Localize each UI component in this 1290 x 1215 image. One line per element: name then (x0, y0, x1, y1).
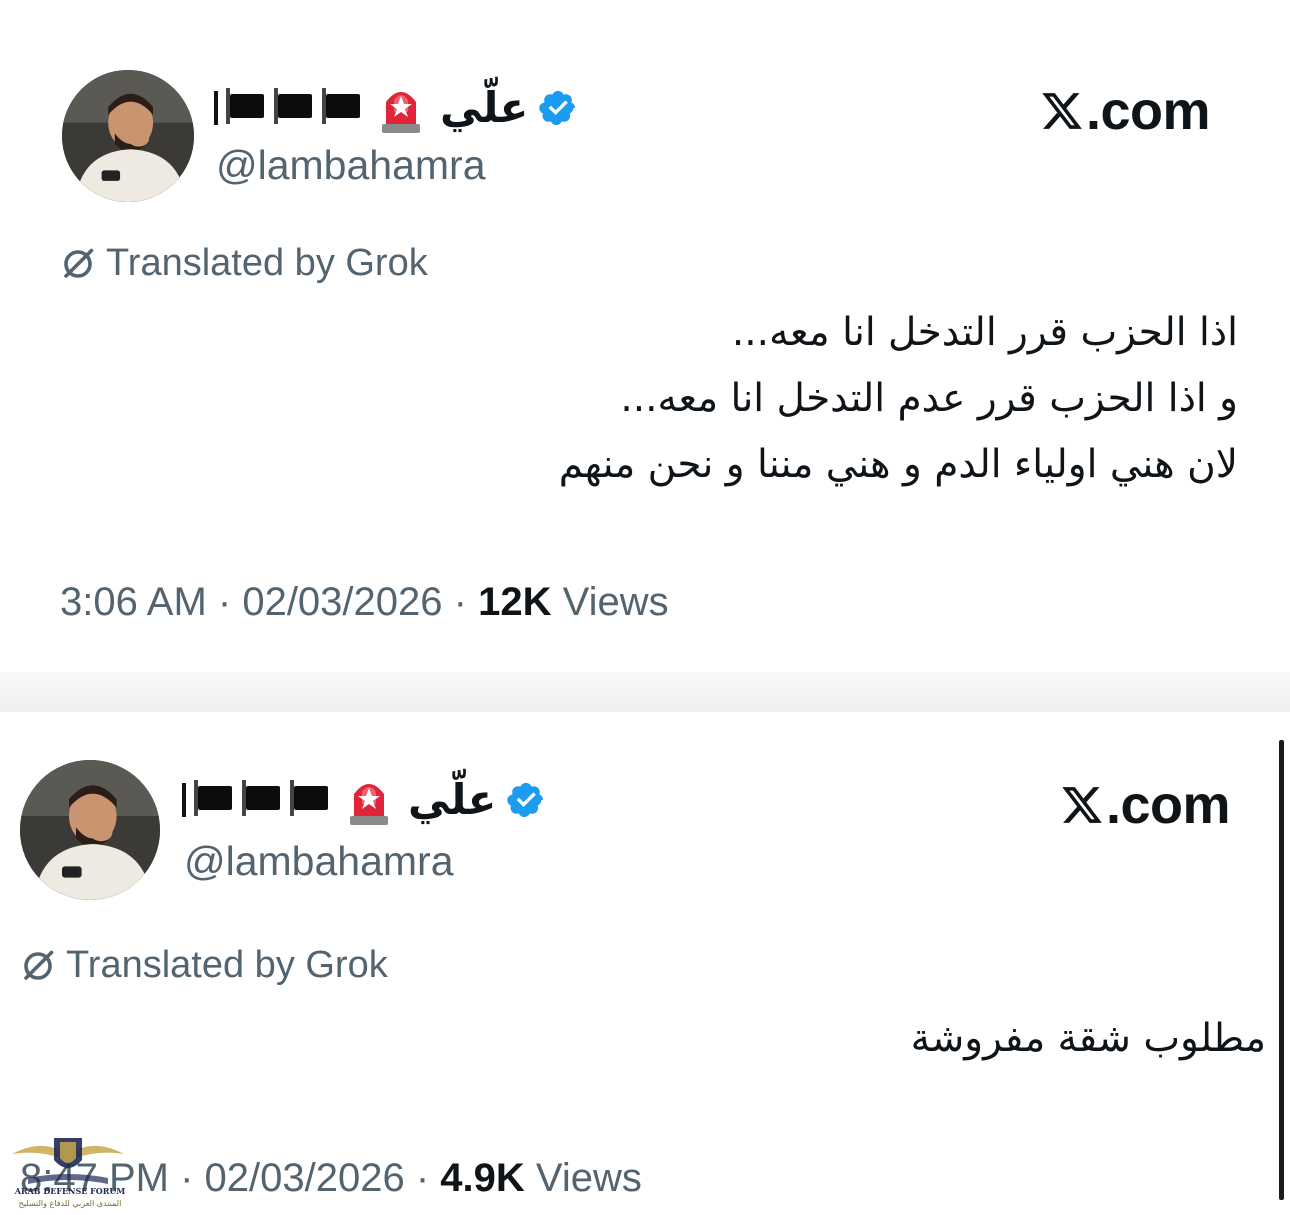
tweet-date[interactable]: 02/03/2026 (242, 580, 442, 624)
tweet-text: اذا الحزب قرر التدخل انا معه... و اذا ال… (338, 300, 1238, 498)
tweet-card[interactable]: علّي @lambahamra .com Translated by Grok… (0, 0, 1290, 672)
verified-badge-icon (507, 782, 544, 818)
site-label: .com (1086, 81, 1211, 141)
meta-separator: · (453, 580, 479, 624)
scroll-indicator[interactable] (1279, 740, 1284, 1200)
black-flag-icon (242, 780, 282, 816)
black-flag-icon (194, 780, 234, 816)
verified-badge-icon (539, 90, 576, 126)
translated-label: Translated by Grok (66, 944, 388, 986)
tweet-time[interactable]: 3:06 AM (60, 580, 207, 624)
x-com-logo[interactable]: .com (1040, 80, 1211, 142)
views-count: 4.9K (440, 1156, 525, 1200)
tweet-text-line: مطلوب شقة مفروشة (910, 1016, 1266, 1061)
meta-separator: · (217, 580, 243, 624)
x-logo-icon (1062, 787, 1102, 823)
black-flag-icon (322, 88, 362, 124)
watermark-title: ARAB DEFENSE FORUM (14, 1186, 126, 1196)
grok-icon (64, 248, 94, 278)
translated-by-grok[interactable]: Translated by Grok (20, 944, 388, 987)
meta-separator: · (415, 1156, 441, 1200)
views-label: Views (562, 580, 669, 624)
site-label: .com (1106, 775, 1231, 835)
author-name-row[interactable]: علّي (214, 78, 578, 138)
tweet-date[interactable]: 02/03/2026 (205, 1156, 405, 1200)
author-name-row[interactable]: علّي (182, 770, 546, 830)
avatar[interactable] (20, 760, 160, 900)
tweet-text: مطلوب شقة مفروشة (566, 1006, 1266, 1072)
watermark-subtitle: المنتدى العربي للدفاع والتسليح (18, 1199, 122, 1208)
tweet-card[interactable]: علّي @lambahamra .com Translated by Grok… (0, 712, 1290, 1215)
tweet-text-line: اذا الحزب قرر التدخل انا معه... (731, 310, 1238, 355)
tweet-text-line: و اذا الحزب قرر عدم التدخل انا معه... (620, 376, 1238, 421)
display-name[interactable]: علّي (408, 779, 496, 821)
vertical-bar (214, 91, 218, 125)
black-flag-icon (274, 88, 314, 124)
vertical-bar (182, 783, 186, 817)
views-count: 12K (478, 580, 552, 624)
black-flag-icon (290, 780, 330, 816)
black-flag-icon (226, 88, 266, 124)
tweet-separator (0, 672, 1290, 712)
siren-icon (350, 784, 388, 825)
author-handle[interactable]: @lambahamra (216, 142, 486, 189)
tweet-text-line: لان هني اولياء الدم و هني مننا و نحن منه… (558, 442, 1238, 487)
author-handle[interactable]: @lambahamra (184, 838, 454, 885)
x-com-logo[interactable]: .com (1060, 774, 1231, 836)
views-label: Views (535, 1156, 642, 1200)
translated-by-grok[interactable]: Translated by Grok (60, 242, 428, 285)
flag-emojis (214, 88, 362, 125)
meta-separator: · (180, 1156, 205, 1200)
display-name[interactable]: علّي (440, 87, 528, 129)
grok-icon (24, 950, 54, 980)
x-logo-icon (1042, 93, 1082, 129)
avatar[interactable] (62, 70, 194, 202)
translated-label: Translated by Grok (106, 242, 428, 284)
tweet-meta: 3:06 AM · 02/03/2026 · 12K Views (60, 580, 669, 625)
flag-emojis (182, 780, 330, 817)
siren-icon (382, 92, 420, 133)
